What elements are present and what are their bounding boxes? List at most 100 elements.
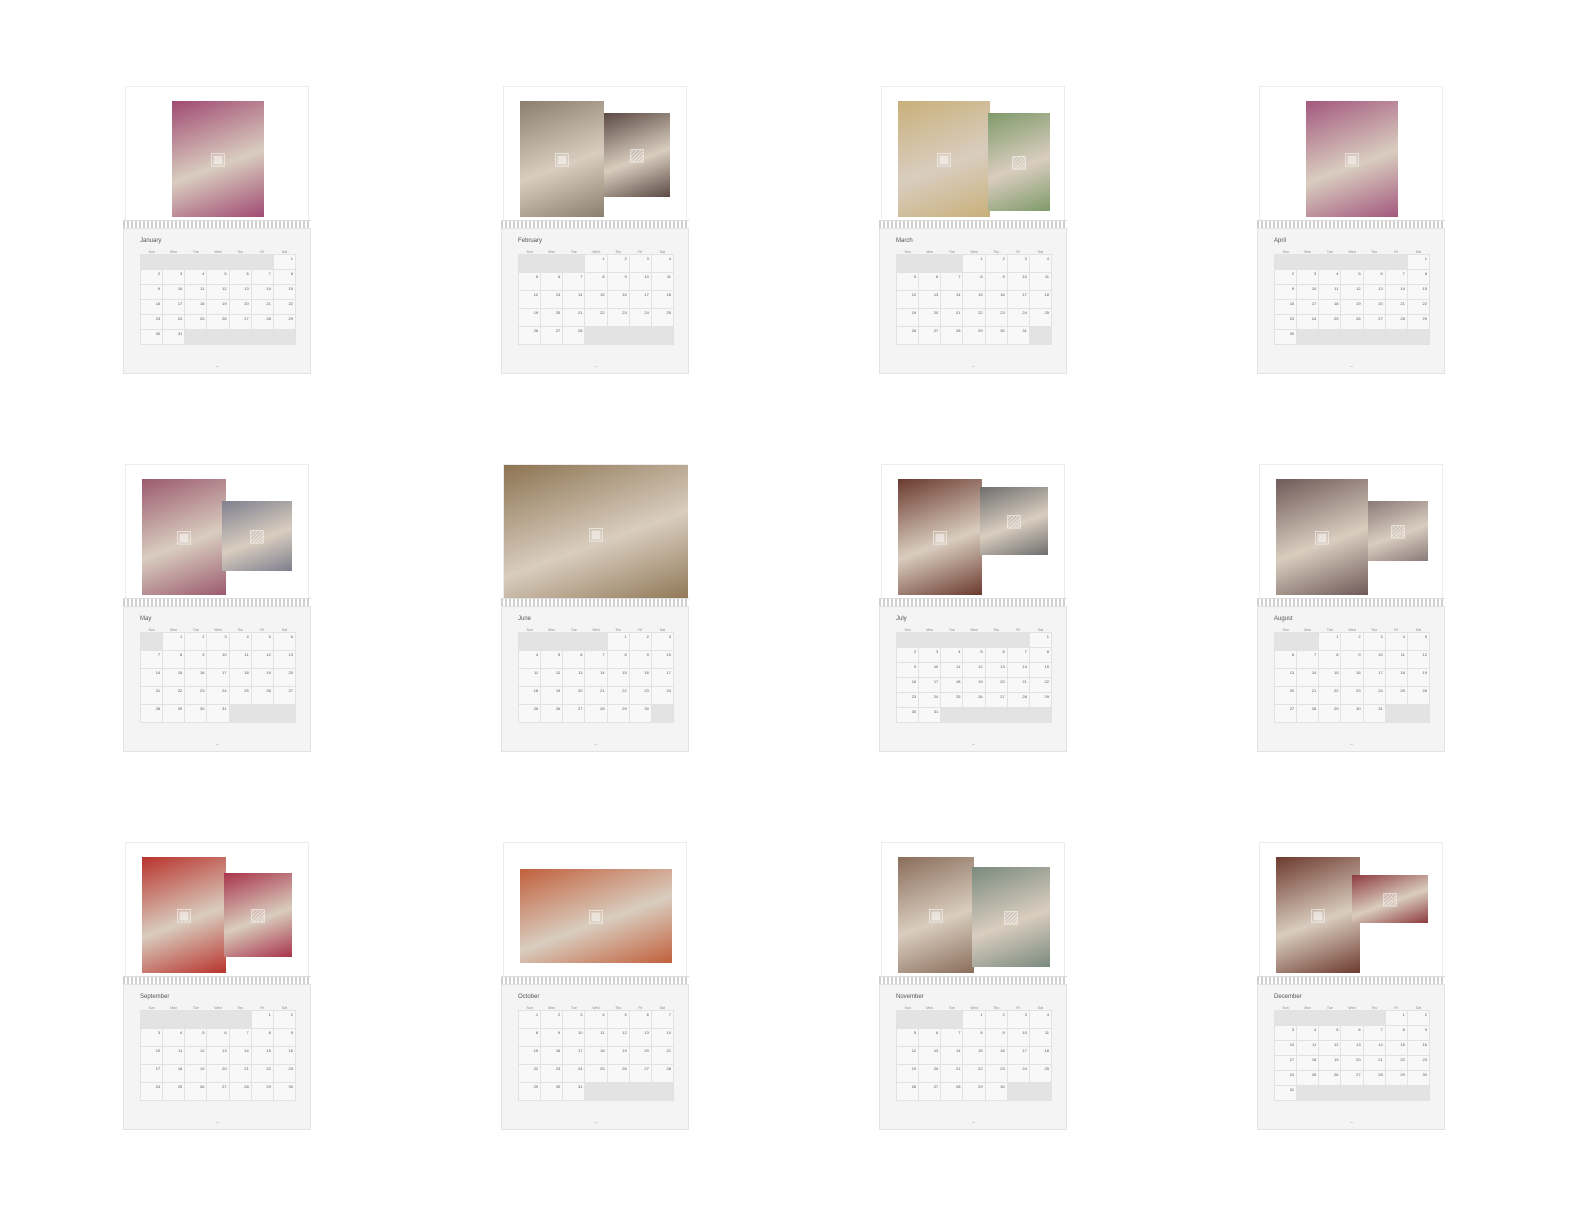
day-cell[interactable]: 6 (1362, 269, 1386, 285)
day-cell[interactable]: 18 (584, 1046, 608, 1065)
day-cell[interactable]: 10 (1362, 650, 1386, 669)
day-cell[interactable]: 29 (250, 1082, 274, 1101)
day-cell[interactable]: 24 (1296, 314, 1320, 330)
day-cell[interactable]: 18 (650, 290, 675, 309)
day-cell[interactable]: 27 (228, 314, 252, 330)
day-cell[interactable]: 11 (162, 1046, 186, 1065)
day-cell[interactable]: 2 (984, 1010, 1008, 1029)
day-cell[interactable]: 2 (272, 1010, 297, 1029)
day-cell[interactable]: 28 (250, 314, 274, 330)
day-cell[interactable]: 18 (517, 686, 542, 705)
day-cell[interactable]: 5 (517, 272, 542, 291)
day-cell[interactable]: 7 (584, 650, 608, 669)
day-cell[interactable]: 19 (1406, 668, 1431, 687)
day-cell[interactable]: 10 (162, 284, 186, 300)
day-cell[interactable]: 1 (272, 254, 297, 270)
day-cell[interactable]: 25 (584, 1064, 608, 1083)
day-cell[interactable]: 9 (540, 1028, 564, 1047)
day-cell[interactable]: 27 (1340, 1070, 1364, 1086)
day-cell[interactable]: 20 (628, 1046, 652, 1065)
day-cell[interactable]: 19 (250, 668, 274, 687)
day-cell[interactable]: 16 (272, 1046, 297, 1065)
day-cell[interactable]: 17 (1362, 668, 1386, 687)
day-cell[interactable]: 1 (606, 632, 630, 651)
day-cell[interactable]: 6 (272, 632, 297, 651)
day-cell[interactable]: 17 (628, 290, 652, 309)
calendar-january[interactable]: ▣ January Sun Mon Tue Wed Thu Fri Sat 1 2 3 4 5 6 7 8 9 10… (123, 86, 311, 374)
day-cell[interactable]: 21 (1296, 686, 1320, 705)
day-cell[interactable]: 21 (584, 686, 608, 705)
day-cell[interactable]: 8 (1028, 647, 1053, 663)
day-cell[interactable]: 18 (1384, 668, 1408, 687)
day-cell[interactable]: 26 (895, 326, 920, 345)
day-cell[interactable]: 6 (1273, 650, 1298, 669)
day-cell[interactable]: 1 (962, 254, 986, 273)
day-cell[interactable]: 23 (895, 692, 920, 708)
day-cell[interactable]: 16 (628, 668, 652, 687)
day-cell[interactable]: 3 (1296, 269, 1320, 285)
day-cell[interactable]: 25 (1384, 686, 1408, 705)
day-cell[interactable]: 27 (206, 1082, 230, 1101)
day-cell[interactable]: 26 (184, 1082, 208, 1101)
day-cell[interactable]: 11 (184, 284, 208, 300)
day-cell[interactable]: 7 (1384, 269, 1408, 285)
day-cell[interactable]: 31 (1362, 704, 1386, 723)
day-cell[interactable]: 17 (1006, 1046, 1030, 1065)
day-cell[interactable]: 13 (228, 284, 252, 300)
calendar-april[interactable]: ▣ April Sun Mon Tue Wed Thu Fri Sat 1 2 3 4 5 6 7 8 9 10 11… (1257, 86, 1445, 374)
day-cell[interactable]: 15 (1028, 662, 1053, 678)
day-cell[interactable]: 15 (162, 668, 186, 687)
day-cell[interactable]: 27 (918, 1082, 942, 1101)
day-cell[interactable]: 1 (962, 1010, 986, 1029)
day-cell[interactable]: 16 (1273, 299, 1298, 315)
day-cell[interactable]: 1 (1384, 1010, 1408, 1026)
day-cell[interactable]: 28 (1384, 314, 1408, 330)
day-cell[interactable]: 16 (606, 290, 630, 309)
day-cell[interactable]: 9 (272, 1028, 297, 1047)
day-cell[interactable]: 12 (895, 1046, 920, 1065)
day-cell[interactable]: 9 (628, 650, 652, 669)
day-cell[interactable]: 7 (562, 272, 586, 291)
day-cell[interactable]: 22 (962, 1064, 986, 1083)
day-cell[interactable]: 15 (962, 1046, 986, 1065)
day-cell[interactable]: 29 (272, 314, 297, 330)
day-cell[interactable]: 3 (139, 1028, 164, 1047)
day-cell[interactable]: 30 (1406, 1070, 1431, 1086)
day-cell[interactable]: 25 (228, 686, 252, 705)
day-cell[interactable]: 6 (562, 650, 586, 669)
day-cell[interactable]: 16 (984, 1046, 1008, 1065)
day-cell[interactable]: 7 (250, 269, 274, 285)
day-cell[interactable]: 12 (250, 650, 274, 669)
day-cell[interactable]: 9 (895, 662, 920, 678)
day-cell[interactable]: 8 (962, 1028, 986, 1047)
day-cell[interactable]: 4 (184, 269, 208, 285)
day-cell[interactable]: 12 (1340, 284, 1364, 300)
day-cell[interactable]: 19 (1318, 1055, 1342, 1071)
day-cell[interactable]: 24 (139, 1082, 164, 1101)
day-cell[interactable]: 19 (1340, 299, 1364, 315)
day-cell[interactable]: 1 (162, 632, 186, 651)
day-cell[interactable]: 8 (517, 1028, 542, 1047)
day-cell[interactable]: 25 (940, 692, 964, 708)
day-cell[interactable]: 20 (984, 677, 1008, 693)
day-cell[interactable]: 5 (250, 632, 274, 651)
day-cell[interactable]: 13 (628, 1028, 652, 1047)
day-cell[interactable]: 5 (1318, 1025, 1342, 1041)
day-cell[interactable]: 24 (918, 692, 942, 708)
day-cell[interactable]: 6 (206, 1028, 230, 1047)
day-cell[interactable]: 26 (206, 314, 230, 330)
day-cell[interactable]: 15 (1406, 284, 1431, 300)
day-cell[interactable]: 19 (895, 1064, 920, 1083)
day-cell[interactable]: 13 (1340, 1040, 1364, 1056)
day-cell[interactable]: 14 (250, 284, 274, 300)
day-cell[interactable]: 2 (1406, 1010, 1431, 1026)
day-cell[interactable]: 30 (628, 704, 652, 723)
day-cell[interactable]: 17 (206, 668, 230, 687)
day-cell[interactable]: 20 (1273, 686, 1298, 705)
day-cell[interactable]: 17 (1296, 299, 1320, 315)
calendar-june[interactable]: ▣ June Sun Mon Tue Wed Thu Fri Sat 1 2 3 4 5 6 7 8 9 10 11 1… (501, 464, 689, 752)
day-cell[interactable]: 24 (1362, 686, 1386, 705)
day-cell[interactable]: 2 (628, 632, 652, 651)
day-cell[interactable]: 6 (228, 269, 252, 285)
day-cell[interactable]: 4 (1318, 269, 1342, 285)
